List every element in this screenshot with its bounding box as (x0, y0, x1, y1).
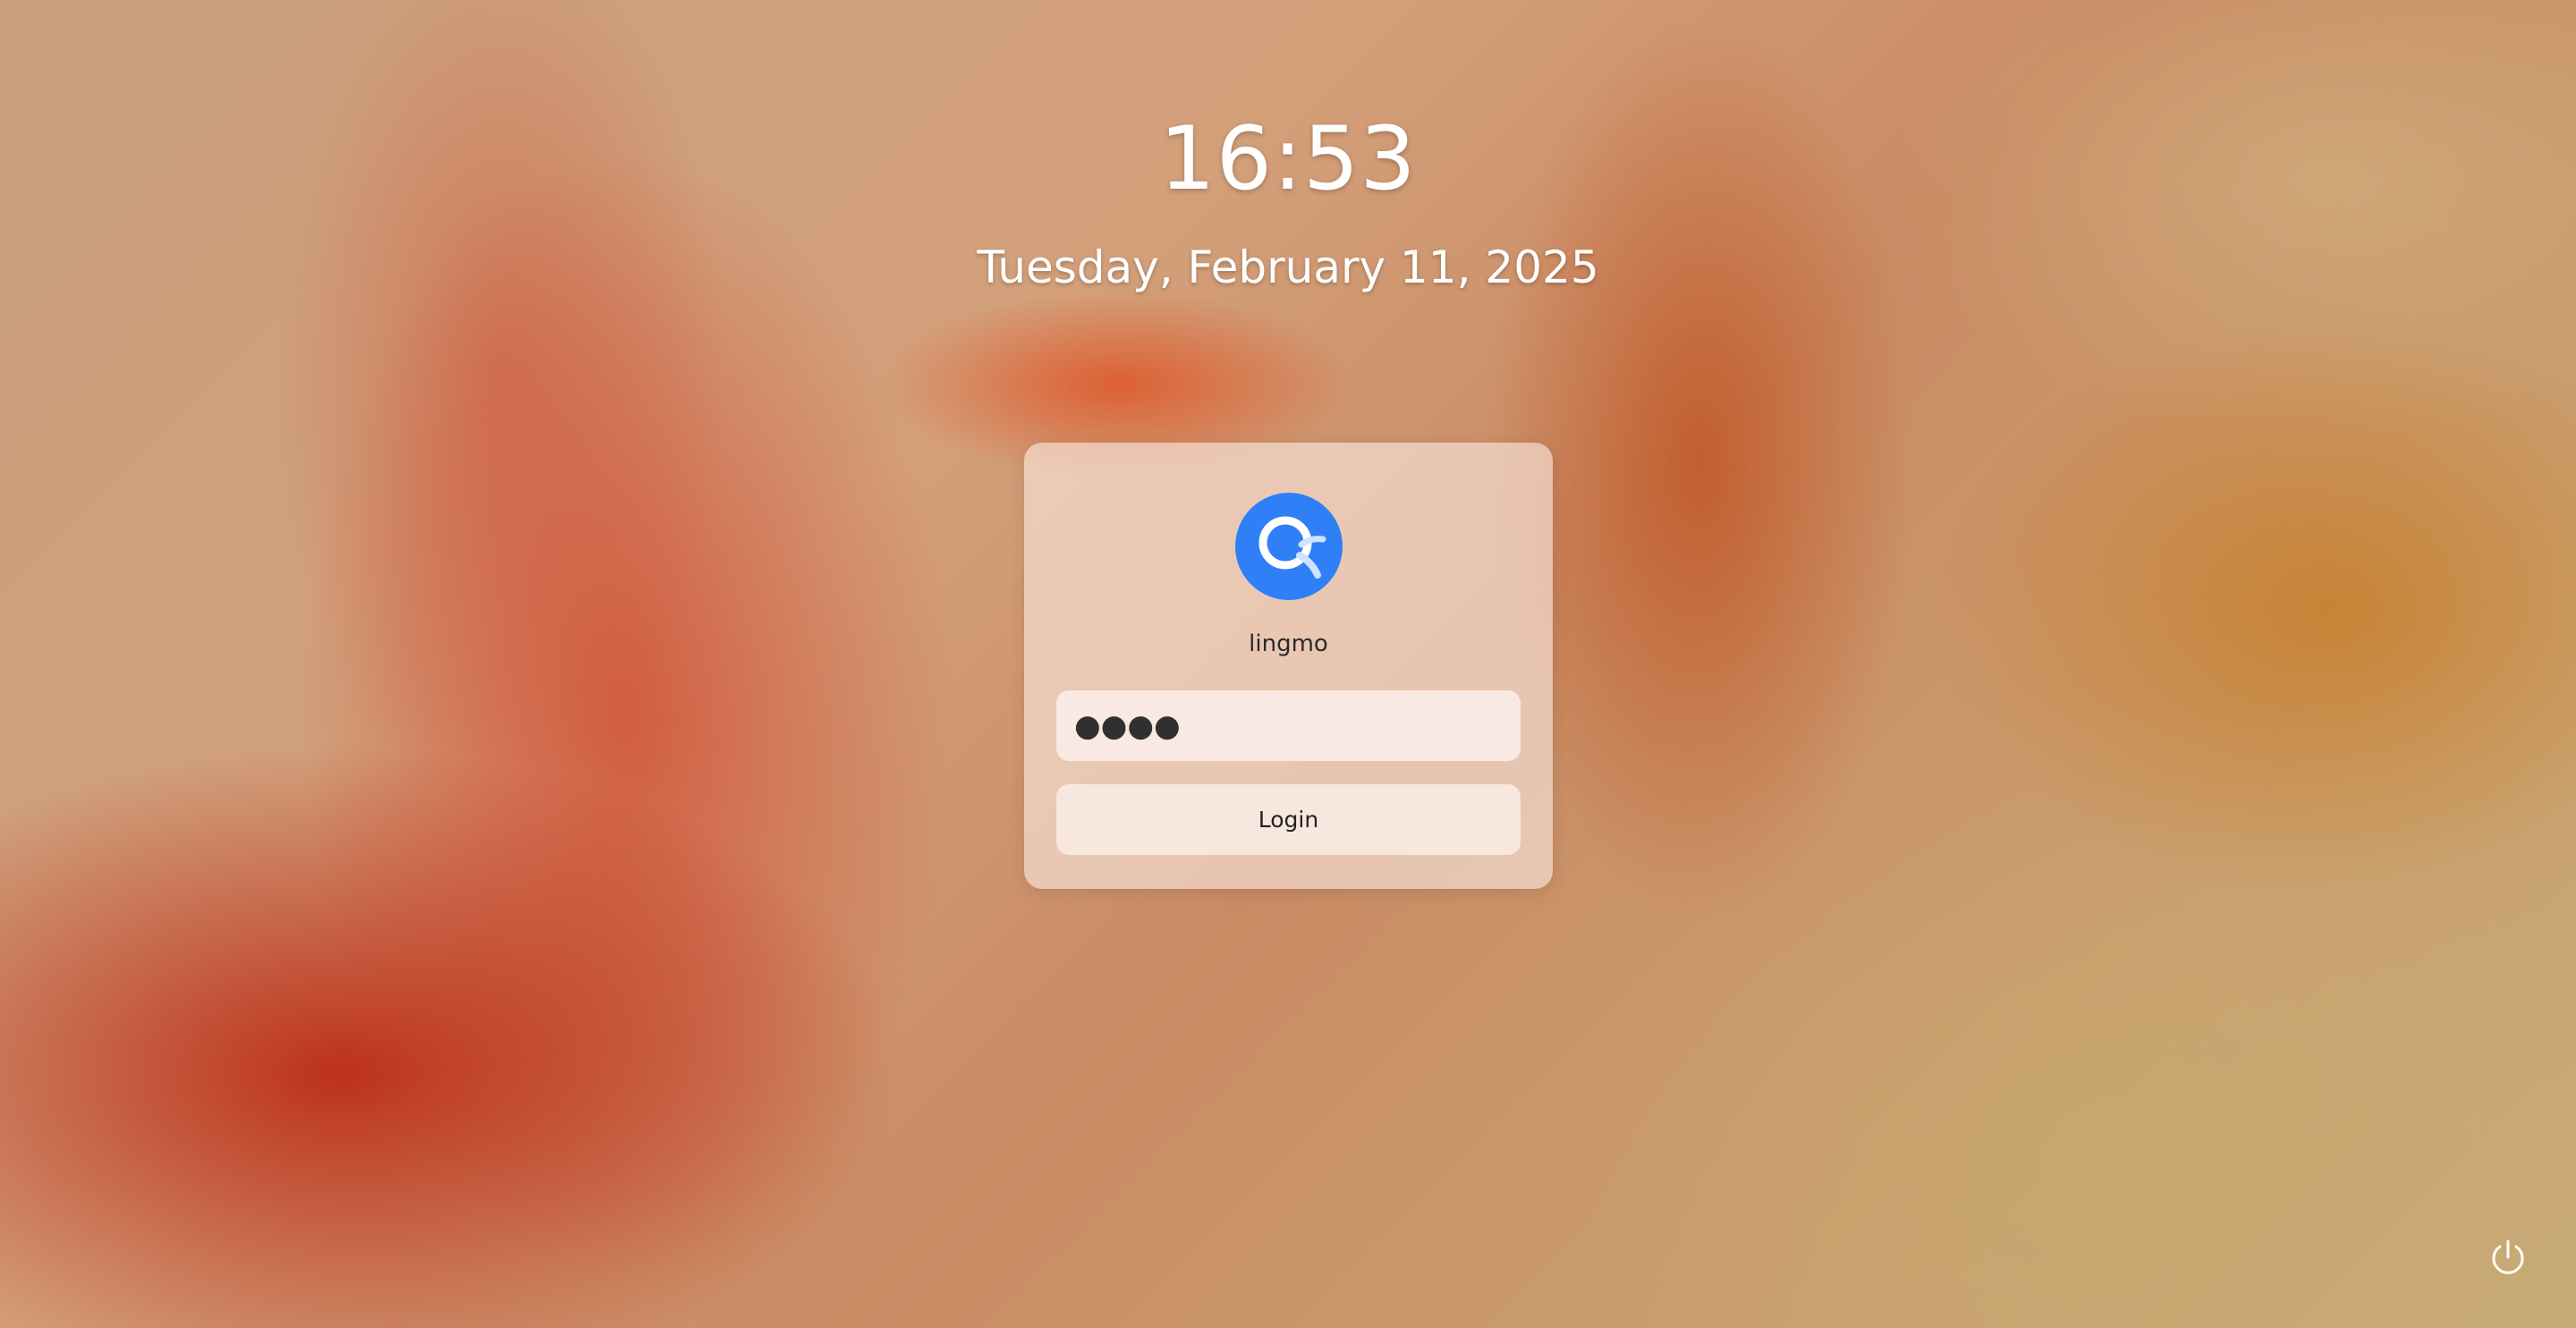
login-card: lingmo ●●●● Login (1024, 443, 1553, 889)
password-input[interactable]: ●●●● (1056, 690, 1521, 761)
lock-screen: 16:53 Tuesday, February 11, 2025 lingmo … (0, 0, 2576, 1328)
clock-date: Tuesday, February 11, 2025 (977, 241, 1599, 293)
lingmo-logo-icon (1258, 516, 1326, 579)
username-label: lingmo (1249, 630, 1328, 657)
user-avatar (1235, 493, 1343, 600)
power-button[interactable] (2485, 1234, 2531, 1281)
clock-time: 16:53 (1159, 108, 1417, 210)
login-button[interactable]: Login (1056, 784, 1521, 855)
power-icon (2492, 1239, 2524, 1274)
